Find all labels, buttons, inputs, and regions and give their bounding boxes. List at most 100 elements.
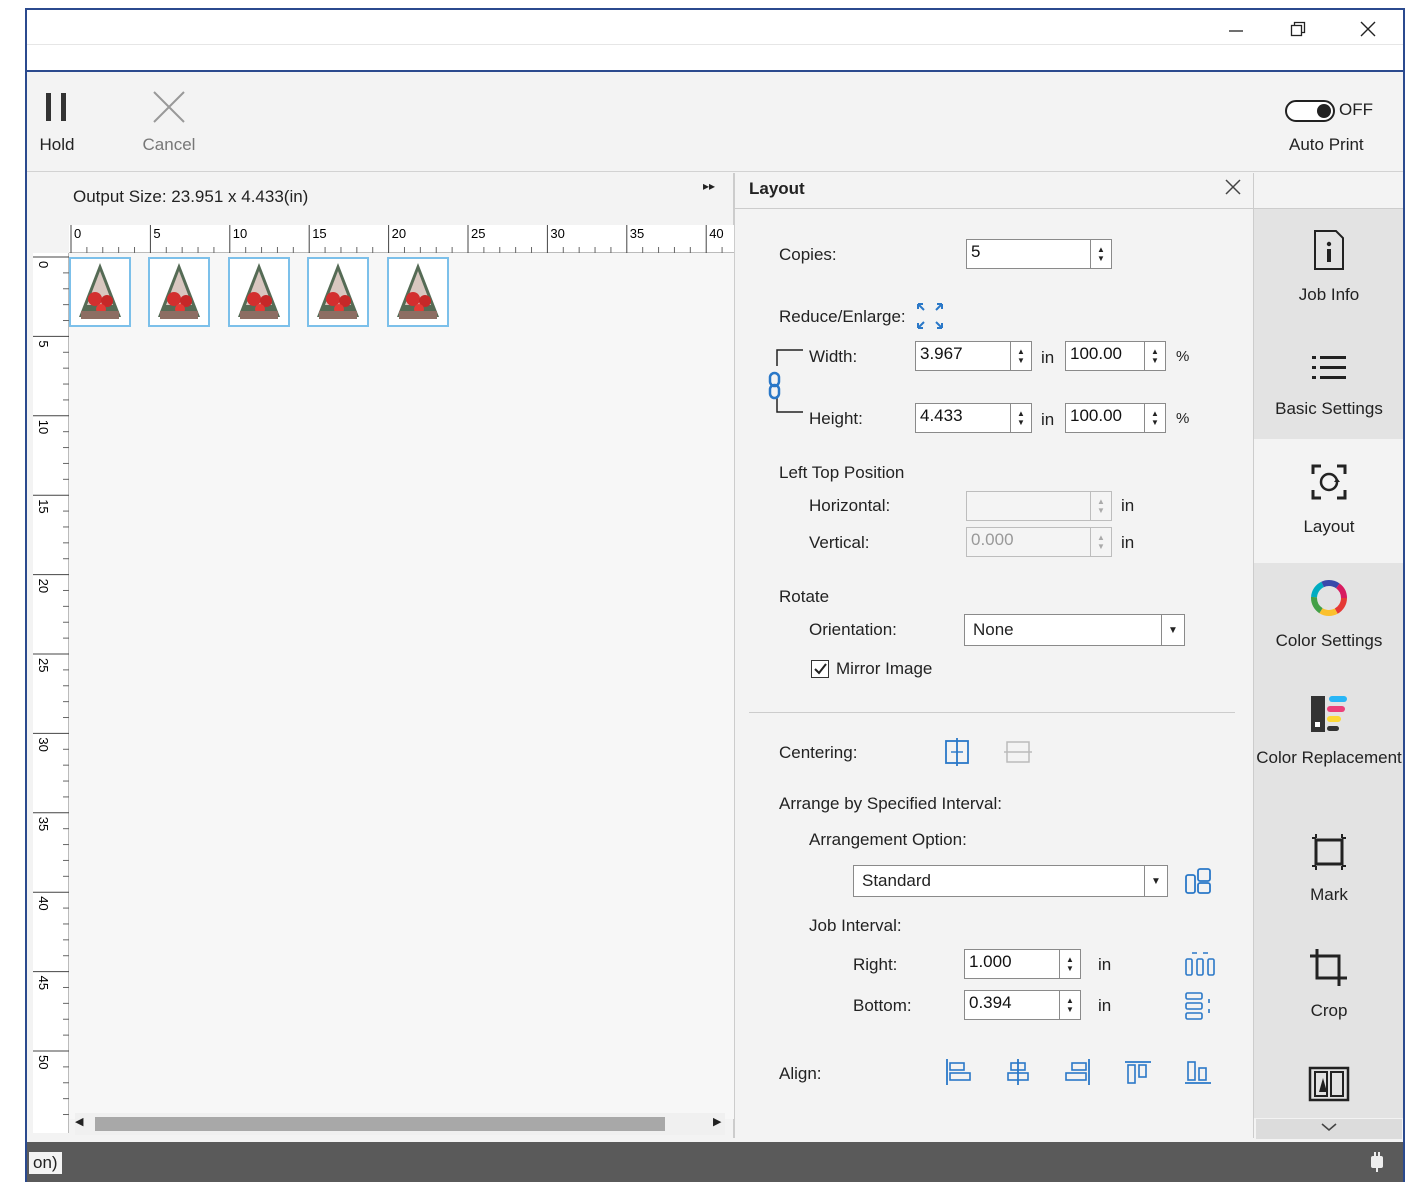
bottom-interval-input[interactable]: 0.394 bbox=[964, 990, 1060, 1020]
align-bottom-icon bbox=[1185, 1061, 1211, 1084]
sidebar-item-label: Layout bbox=[1303, 517, 1355, 536]
height-unit: in bbox=[1041, 410, 1055, 429]
expand-icon bbox=[917, 303, 943, 329]
close-panel-button[interactable] bbox=[1223, 177, 1243, 202]
restore-button[interactable] bbox=[1275, 14, 1321, 44]
sidebar-item-color-settings[interactable]: Color Settings bbox=[1254, 571, 1403, 651]
layout-panel: Layout Copies: 5 ▲ ▼ Reduce/Enlarge: Widt… bbox=[735, 173, 1253, 1138]
bottom-interval-preset-button[interactable] bbox=[1183, 990, 1217, 1025]
sidebar-item-label: Basic Settings bbox=[1275, 399, 1383, 418]
close-icon bbox=[1360, 21, 1376, 37]
width-label: Width: bbox=[809, 347, 858, 366]
vertical-spinner[interactable]: ▲ ▼ bbox=[1090, 527, 1112, 557]
horizontal-input[interactable] bbox=[966, 491, 1092, 521]
right-interval-spinner[interactable]: ▲ ▼ bbox=[1059, 949, 1081, 979]
sidebar-item-job-info[interactable]: Job Info bbox=[1254, 223, 1403, 305]
vertical-label: Vertical: bbox=[809, 533, 870, 552]
horizontal-spacing-icon bbox=[1185, 952, 1215, 976]
chain-link-icon[interactable] bbox=[767, 371, 783, 406]
print-copy-thumbnail[interactable] bbox=[307, 257, 370, 327]
sidebar-item-layout[interactable]: Layout bbox=[1254, 455, 1403, 537]
print-canvas[interactable] bbox=[69, 253, 734, 1119]
ruler-tick-label: 20 bbox=[392, 226, 406, 241]
height-percent-spinner[interactable]: ▲ ▼ bbox=[1144, 403, 1166, 433]
print-copy-thumbnail[interactable] bbox=[386, 257, 449, 327]
align-center-button[interactable] bbox=[1003, 1057, 1033, 1092]
fit-to-size-button[interactable] bbox=[915, 301, 945, 336]
hold-button[interactable]: Hold bbox=[27, 90, 97, 155]
arrangement-dropdown-button[interactable]: ▼ bbox=[1144, 865, 1168, 897]
bottom-interval-spinner[interactable]: ▲ ▼ bbox=[1059, 990, 1081, 1020]
arrangement-settings-button[interactable] bbox=[1183, 865, 1217, 902]
ruler-tick-label: 30 bbox=[36, 737, 51, 751]
arrangement-option-select[interactable]: Standard bbox=[853, 865, 1145, 897]
tiling-icon bbox=[1308, 1066, 1350, 1102]
sidebar-item-label: Crop bbox=[1310, 1001, 1348, 1020]
align-bottom-button[interactable] bbox=[1183, 1057, 1213, 1092]
ruler-tick-label: 35 bbox=[630, 226, 644, 241]
scroll-right-icon[interactable]: ▶ bbox=[713, 1115, 721, 1128]
width-spinner[interactable]: ▲ ▼ bbox=[1010, 341, 1032, 371]
pause-icon bbox=[46, 93, 66, 121]
panel-title: Layout bbox=[749, 179, 805, 198]
print-copy-thumbnail[interactable] bbox=[69, 257, 131, 327]
minimize-icon bbox=[1229, 30, 1243, 32]
align-left-button[interactable] bbox=[943, 1057, 973, 1092]
print-copy-thumbnail[interactable] bbox=[148, 257, 211, 327]
ruler-tick-label: 5 bbox=[36, 340, 51, 347]
height-input[interactable]: 4.433 bbox=[915, 403, 1011, 433]
mirror-image-checkbox[interactable] bbox=[811, 660, 829, 678]
cancel-button[interactable]: Cancel bbox=[129, 90, 209, 155]
mark-icon bbox=[1312, 834, 1346, 870]
sidebar-item-color-replacement[interactable]: Color Replacement bbox=[1254, 687, 1403, 768]
horizontal-scrollbar[interactable]: ◀ ▶ bbox=[75, 1113, 725, 1135]
ruler-tick-label: 50 bbox=[36, 1055, 51, 1069]
height-percent-input[interactable]: 100.00 bbox=[1065, 403, 1145, 433]
sidebar-item-mark[interactable]: Mark bbox=[1254, 825, 1403, 905]
vertical-unit: in bbox=[1121, 533, 1135, 552]
scrollbar-thumb[interactable] bbox=[95, 1117, 665, 1131]
sidebar-item-tiling[interactable] bbox=[1254, 1057, 1403, 1111]
list-icon bbox=[1312, 356, 1346, 379]
sidebar-item-crop[interactable]: Crop bbox=[1254, 941, 1403, 1021]
collapse-panel-button[interactable]: ▸▸ bbox=[703, 179, 715, 193]
center-vertical-button[interactable] bbox=[1003, 737, 1033, 772]
horizontal-spinner[interactable]: ▲ ▼ bbox=[1090, 491, 1112, 521]
status-icon-button[interactable] bbox=[1365, 1150, 1389, 1179]
horizontal-unit: in bbox=[1121, 496, 1135, 515]
center-horizontal-button[interactable] bbox=[943, 737, 971, 772]
orientation-select[interactable]: None bbox=[964, 614, 1164, 646]
width-percent-spinner[interactable]: ▲ ▼ bbox=[1144, 341, 1166, 371]
ruler-tick-label: 0 bbox=[74, 226, 81, 241]
print-copy-thumbnail[interactable] bbox=[227, 257, 290, 327]
align-right-button[interactable] bbox=[1063, 1057, 1093, 1092]
width-percent-input[interactable]: 100.00 bbox=[1065, 341, 1145, 371]
chevron-down-icon bbox=[1321, 1123, 1337, 1132]
tree-image-icon bbox=[396, 263, 439, 319]
scroll-left-icon[interactable]: ◀ bbox=[75, 1115, 83, 1128]
width-input[interactable]: 3.967 bbox=[915, 341, 1011, 371]
align-top-button[interactable] bbox=[1123, 1057, 1153, 1092]
copies-input[interactable]: 5 bbox=[966, 239, 1092, 269]
auto-print-toggle[interactable] bbox=[1285, 100, 1335, 122]
right-interval-preset-button[interactable] bbox=[1183, 949, 1217, 984]
height-spinner[interactable]: ▲ ▼ bbox=[1010, 403, 1032, 433]
minimize-button[interactable] bbox=[1213, 14, 1259, 44]
ruler-tick-label: 0 bbox=[36, 261, 51, 268]
ruler-tick-label: 40 bbox=[709, 226, 723, 241]
orientation-dropdown-button[interactable]: ▼ bbox=[1161, 614, 1185, 646]
align-left-icon bbox=[946, 1059, 971, 1085]
copies-spinner[interactable]: ▲ ▼ bbox=[1090, 239, 1112, 269]
tree-image-icon bbox=[317, 263, 360, 319]
job-interval-label: Job Interval: bbox=[809, 916, 902, 935]
close-window-button[interactable] bbox=[1345, 14, 1391, 44]
preview-area: Output Size: 23.951 x 4.433(in) ▸▸ 0 5 10 1… bbox=[27, 173, 735, 1138]
arrange-by-interval-label: Arrange by Specified Interval: bbox=[779, 794, 1003, 813]
sidebar-scroll-down-button[interactable] bbox=[1256, 1119, 1402, 1139]
vertical-input[interactable]: 0.000 bbox=[966, 527, 1092, 557]
sidebar-item-label: Job Info bbox=[1298, 285, 1360, 304]
right-interval-input[interactable]: 1.000 bbox=[964, 949, 1060, 979]
restore-icon bbox=[1290, 21, 1306, 37]
sidebar-item-basic-settings[interactable]: Basic Settings bbox=[1254, 341, 1403, 419]
align-label: Align: bbox=[779, 1064, 822, 1083]
